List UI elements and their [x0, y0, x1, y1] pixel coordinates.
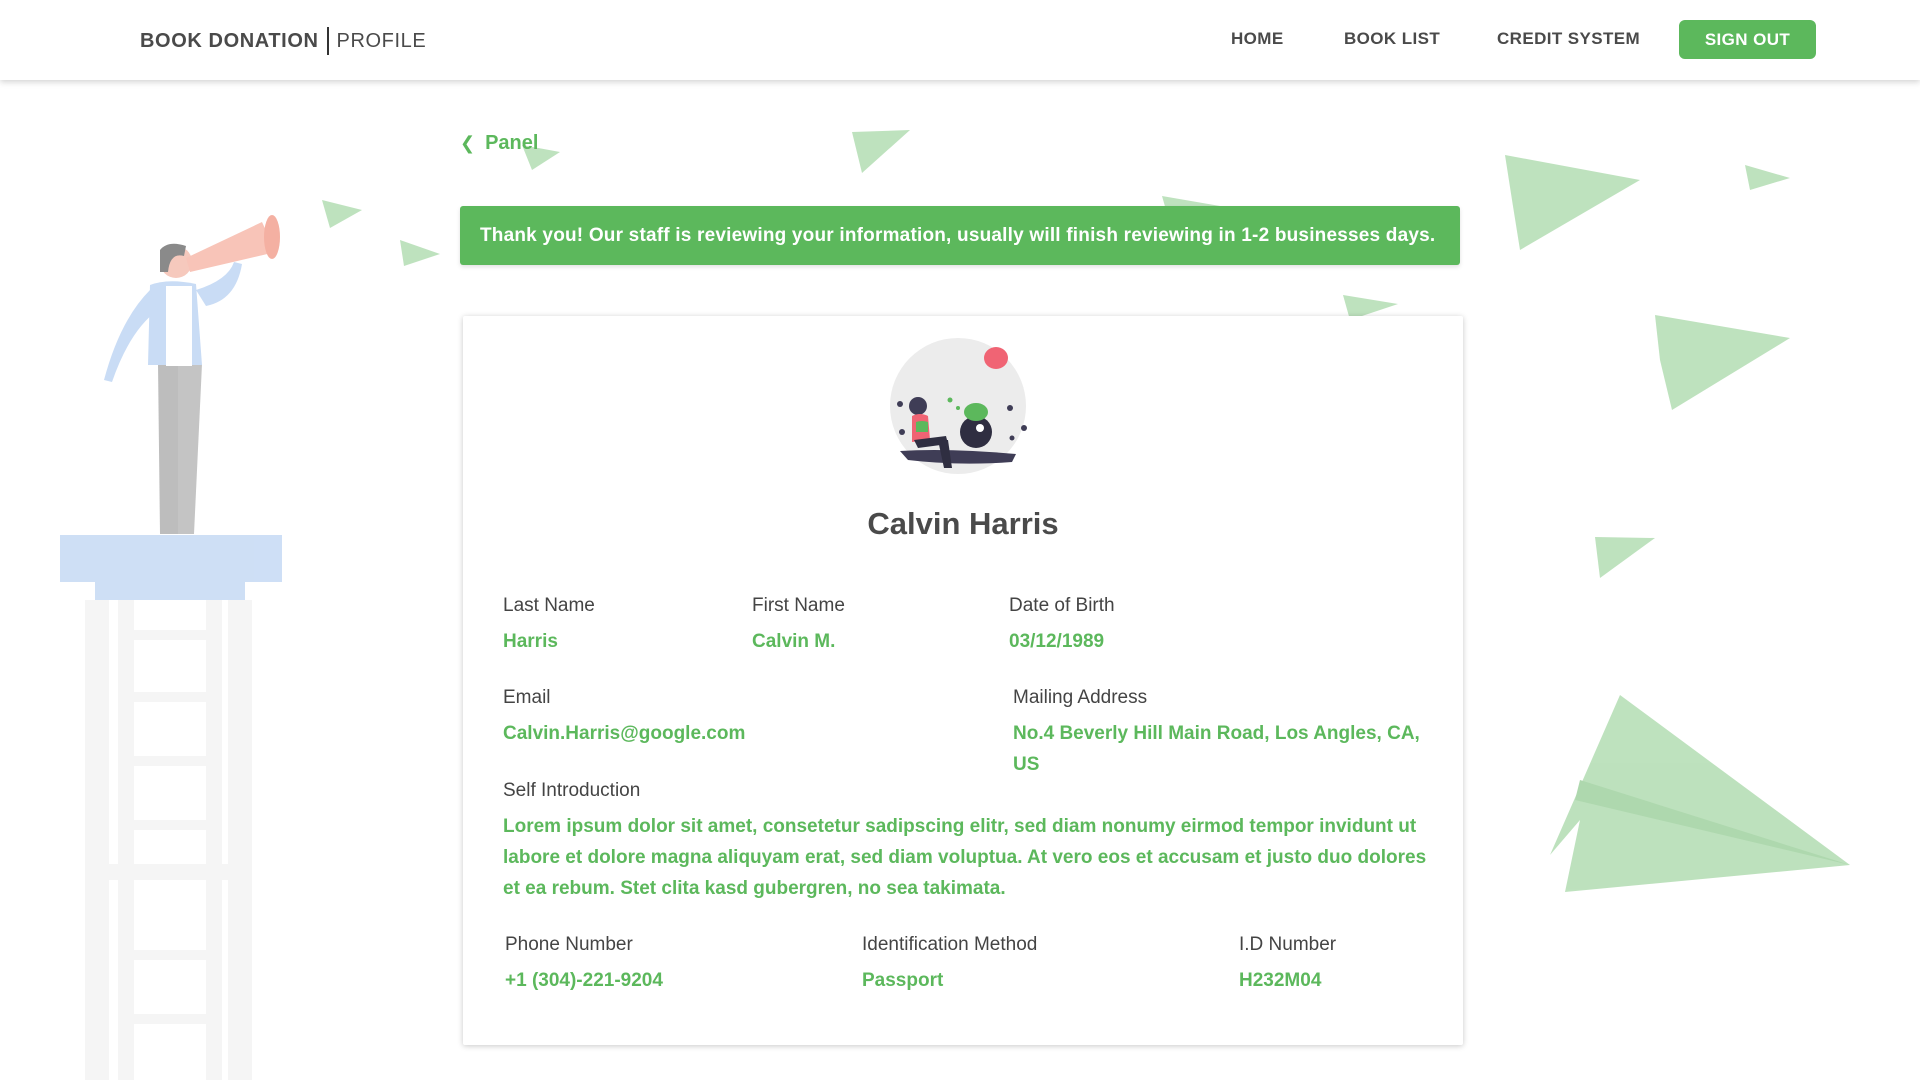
email-value: Calvin.Harris@google.com	[503, 723, 746, 744]
nav-home-link[interactable]: HOME	[1231, 29, 1284, 49]
back-link-label: Panel	[485, 132, 539, 154]
email-label: Email	[503, 687, 551, 708]
self-introduction-value: Lorem ipsum dolor sit amet, consetetur s…	[503, 816, 1427, 899]
profile-card: Calvin Harris Last Name Harris First Nam…	[463, 316, 1463, 1045]
mailing-address-label: Mailing Address	[1013, 687, 1148, 708]
paper-plane-icon	[1550, 695, 1850, 892]
review-notice-alert: Thank you! Our staff is reviewing your i…	[460, 206, 1460, 265]
phone-number-value: +1 (304)-221-9204	[505, 970, 663, 991]
identification-method-label: Identification Method	[862, 934, 1038, 955]
mailing-address-value: No.4 Beverly Hill Main Road, Los Angles,…	[1013, 723, 1420, 775]
brand-logo[interactable]: BOOK DONATION PROFILE	[140, 27, 426, 55]
identification-method-value: Passport	[862, 970, 944, 991]
last-name-label: Last Name	[503, 595, 595, 616]
nav-credit-system-link[interactable]: CREDIT SYSTEM	[1497, 29, 1640, 49]
nav-book-list-link[interactable]: BOOK LIST	[1344, 29, 1440, 49]
last-name-value: Harris	[503, 631, 558, 652]
brand-name: BOOK DONATION	[140, 29, 319, 52]
self-introduction-label: Self Introduction	[503, 780, 641, 801]
avatar	[890, 338, 1027, 474]
phone-number-label: Phone Number	[505, 934, 633, 955]
dob-label: Date of Birth	[1009, 595, 1115, 616]
dob-value: 03/12/1989	[1009, 631, 1105, 652]
page-title: PROFILE	[336, 29, 427, 52]
chevron-left-icon: ❮	[460, 133, 476, 153]
first-name-label: First Name	[752, 595, 845, 616]
profile-full-name: Calvin Harris	[867, 506, 1059, 541]
person-with-megaphone-illustration	[104, 215, 280, 534]
id-number-value: H232M04	[1239, 970, 1322, 991]
first-name-value: Calvin M.	[752, 631, 836, 652]
back-to-panel-link[interactable]: ❮ Panel	[460, 132, 538, 155]
brand-divider	[326, 27, 329, 55]
ladder-illustration	[60, 535, 282, 1080]
sign-out-button[interactable]: SIGN OUT	[1679, 20, 1816, 59]
top-navbar: BOOK DONATION PROFILE HOME BOOK LIST CRE…	[0, 0, 1920, 80]
id-number-label: I.D Number	[1239, 934, 1337, 955]
